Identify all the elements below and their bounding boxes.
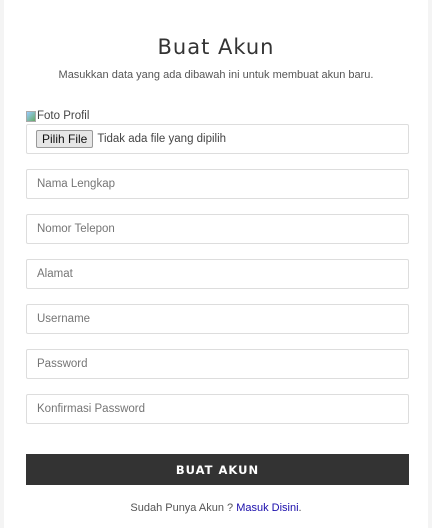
login-prompt-end: .	[298, 502, 302, 514]
page-subtitle: Masukkan data yang ada dibawah ini untuk…	[58, 69, 374, 81]
login-prompt: Sudah Punya Akun ? Masuk Disini.	[0, 502, 432, 514]
profile-photo-image: Foto Profil	[26, 110, 89, 122]
broken-image-icon	[26, 110, 36, 122]
address-input[interactable]	[26, 259, 409, 289]
login-prompt-text: Sudah Punya Akun ?	[130, 502, 237, 514]
full-name-input[interactable]	[26, 169, 409, 199]
page-title: Buat Akun	[157, 35, 275, 59]
no-file-label: Tidak ada file yang dipilih	[97, 133, 227, 145]
phone-input[interactable]	[26, 214, 409, 244]
profile-photo-alt: Foto Profil	[37, 110, 90, 122]
login-link[interactable]: Masuk Disini	[236, 502, 298, 514]
password-input[interactable]	[26, 349, 409, 379]
create-account-button[interactable]: BUAT AKUN	[26, 454, 409, 485]
username-input[interactable]	[26, 304, 409, 334]
choose-file-button[interactable]: Pilih File	[36, 130, 94, 148]
confirm-password-input[interactable]	[26, 394, 409, 424]
profile-photo-file-input[interactable]: Pilih File Tidak ada file yang dipilih	[26, 124, 409, 154]
